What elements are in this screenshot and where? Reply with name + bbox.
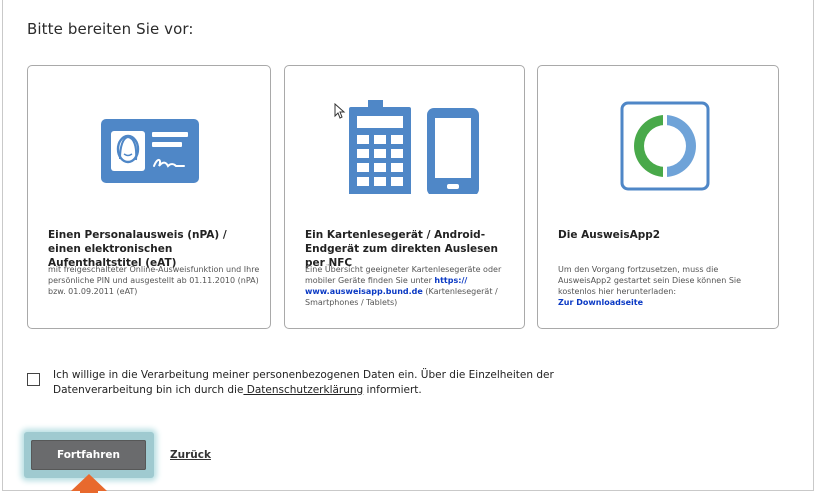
privacy-policy-link[interactable]: Datenschutzerklärung [243, 384, 363, 396]
back-link[interactable]: Zurück [170, 449, 211, 461]
consent-checkbox[interactable] [27, 373, 40, 386]
card-title: Die AusweisApp2 [558, 229, 661, 241]
card-description: mit freigeschalteter Online-Ausweisfunkt… [48, 265, 260, 296]
card-description: Eine Übersicht geeigneter Kartenlesegerä… [305, 265, 502, 307]
card-reader-phone-icon [285, 94, 524, 199]
card-ausweisapp: Die AusweisApp2 Um den Vorgang fortzuset… [537, 65, 779, 329]
continue-button[interactable]: Fortfahren [31, 440, 146, 470]
id-card-icon [28, 94, 270, 194]
mouse-cursor-icon [334, 102, 346, 123]
pointer-arrow-icon [70, 474, 108, 497]
card-card-reader: Ein Kartenlesegerät / Android-Endgerät z… [284, 65, 525, 329]
card-id-document: Einen Personalausweis (nPA) / einen elek… [27, 65, 271, 329]
download-page-link[interactable]: Zur Downloadseite [558, 298, 643, 307]
consent-text: Ich willige in die Verarbeitung meiner p… [53, 369, 554, 396]
ausweisapp-logo-icon [538, 94, 778, 194]
page-title: Bitte bereiten Sie vor: [27, 20, 194, 38]
card-description: Um den Vorgang fortzusetzen, muss die Au… [558, 265, 742, 307]
